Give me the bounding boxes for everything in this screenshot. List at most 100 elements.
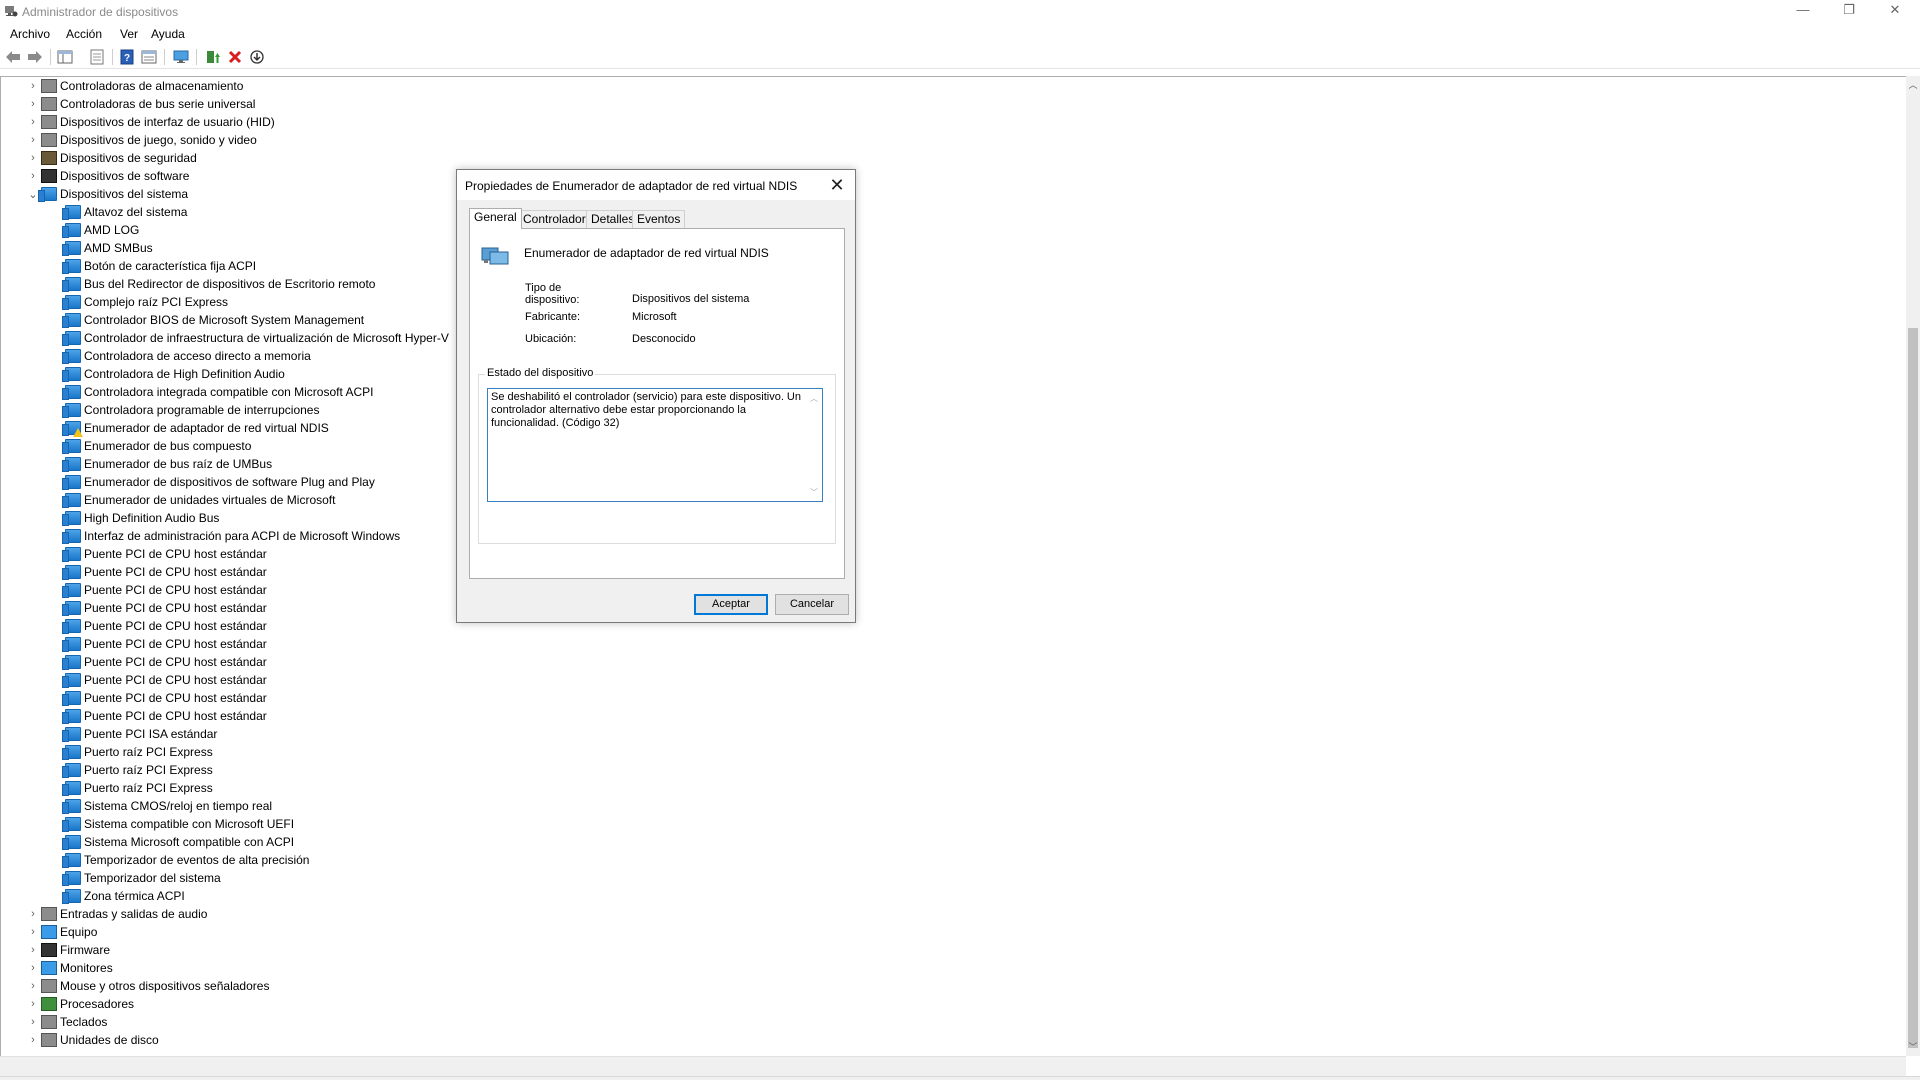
tree-category[interactable]: › Teclados [27,1013,107,1031]
tree-device[interactable]: Complejo raíz PCI Express [62,293,228,311]
monitor-icon[interactable] [172,48,190,66]
dialog-close-icon[interactable]: ✕ [825,173,849,197]
tree-device[interactable]: Botón de característica fija ACPI [62,257,256,275]
tree-device[interactable]: Controlador de infraestructura de virtua… [62,329,449,347]
chevron-right-icon[interactable]: › [27,77,39,95]
tree-device[interactable]: Temporizador del sistema [62,869,221,887]
uninstall-icon[interactable] [226,48,244,66]
menu-archivo[interactable]: Archivo [10,27,50,41]
tree-device[interactable]: Puerto raíz PCI Express [62,743,213,761]
tree-category[interactable]: › Procesadores [27,995,134,1013]
tree-device[interactable]: Puente PCI ISA estándar [62,725,217,743]
properties-icon[interactable] [88,48,106,66]
tree-category[interactable]: › Equipo [27,923,97,941]
tree-category[interactable]: › Unidades de disco [27,1031,159,1049]
tree-device[interactable]: Sistema compatible con Microsoft UEFI [62,815,294,833]
scroll-down-arrow-icon[interactable]: ﹀ [1906,1040,1920,1054]
ok-button[interactable]: Aceptar [694,594,768,615]
device-tree[interactable]: › Controladoras de almacenamiento › Control… [0,76,1906,1056]
scroll-up-arrow-icon[interactable]: ︿ [1906,78,1920,92]
tree-category[interactable]: › Controladoras de bus serie universal [27,95,255,113]
tree-device[interactable]: Interfaz de administración para ACPI de … [62,527,400,545]
tree-device[interactable]: Puente PCI de CPU host estándar [62,707,267,725]
tree-device[interactable]: Puerto raíz PCI Express [62,779,213,797]
tree-device[interactable]: Puerto raíz PCI Express [62,761,213,779]
tree-device[interactable]: Puente PCI de CPU host estándar [62,635,267,653]
device-status-textbox[interactable]: Se deshabilitó el controlador (servicio)… [487,388,823,502]
tree-category[interactable]: › Monitores [27,959,113,977]
status-scroll-up-icon[interactable]: ︿ [807,392,821,405]
download-icon[interactable] [248,48,266,66]
help-icon[interactable]: ? [118,48,136,66]
chevron-right-icon[interactable]: › [27,905,39,923]
tree-category[interactable]: › Entradas y salidas de audio [27,905,207,923]
menu-ver[interactable]: Ver [120,27,138,41]
minimize-button[interactable]: — [1780,0,1826,22]
chevron-right-icon[interactable]: › [27,1013,39,1031]
tree-device[interactable]: Puente PCI de CPU host estándar [62,617,267,635]
tree-category[interactable]: › Controladoras de almacenamiento [27,77,243,95]
tree-device[interactable]: Enumerador de adaptador de red virtual N… [62,419,329,437]
tree-device[interactable]: Puente PCI de CPU host estándar [62,653,267,671]
chevron-right-icon[interactable]: › [27,131,39,149]
tree-device[interactable]: Sistema Microsoft compatible con ACPI [62,833,294,851]
vertical-scrollbar[interactable]: ︿ ﹀ [1906,76,1920,1056]
chevron-right-icon[interactable]: › [27,95,39,113]
tree-device[interactable]: Enumerador de bus raíz de UMBus [62,455,272,473]
tree-device[interactable]: Enumerador de bus compuesto [62,437,251,455]
tree-device[interactable]: AMD SMBus [62,239,153,257]
show-hide-tree-icon[interactable] [56,48,74,66]
chevron-right-icon[interactable]: › [27,923,39,941]
chevron-right-icon[interactable]: › [27,113,39,131]
tree-device[interactable]: AMD LOG [62,221,139,239]
menu-ayuda[interactable]: Ayuda [151,27,185,41]
chevron-right-icon[interactable]: › [27,995,39,1013]
tree-device[interactable]: Temporizador de eventos de alta precisió… [62,851,309,869]
tree-device[interactable]: Puente PCI de CPU host estándar [62,671,267,689]
tree-device[interactable]: Controladora de High Definition Audio [62,365,285,383]
tree-device[interactable]: Puente PCI de CPU host estándar [62,563,267,581]
forward-icon[interactable] [26,48,44,66]
tree-device[interactable]: Puente PCI de CPU host estándar [62,581,267,599]
restore-button[interactable]: ❐ [1826,0,1872,22]
tree-category[interactable]: › Dispositivos de juego, sonido y video [27,131,257,149]
tree-category[interactable]: › Dispositivos de interfaz de usuario (HI… [27,113,275,131]
close-button[interactable]: ✕ [1872,0,1918,22]
tree-category[interactable]: › Dispositivos de software [27,167,189,185]
tree-category[interactable]: › Dispositivos de seguridad [27,149,197,167]
tree-device[interactable]: Controladora programable de interrupcion… [62,401,319,419]
scroll-thumb[interactable] [1908,328,1918,1048]
tree-device[interactable]: Enumerador de unidades virtuales de Micr… [62,491,335,509]
chevron-right-icon[interactable]: › [27,959,39,977]
menu-accion[interactable]: Acción [66,27,102,41]
tree-device[interactable]: Bus del Redirector de dispositivos de Es… [62,275,375,293]
update-driver-icon[interactable] [204,48,222,66]
back-icon[interactable] [4,48,22,66]
tree-device[interactable]: Zona térmica ACPI [62,887,185,905]
tree-category[interactable]: › Firmware [27,941,110,959]
chevron-right-icon[interactable]: › [27,167,39,185]
view-icon[interactable] [140,48,158,66]
horizontal-scrollbar[interactable] [0,1056,1906,1076]
chevron-right-icon[interactable]: › [27,1031,39,1049]
tab-controlador[interactable]: Controlador [518,210,591,228]
tree-device[interactable]: Controlador BIOS de Microsoft System Man… [62,311,364,329]
tree-device[interactable]: Controladora integrada compatible con Mi… [62,383,373,401]
tab-eventos[interactable]: Eventos [632,210,686,228]
tree-device[interactable]: Puente PCI de CPU host estándar [62,689,267,707]
chevron-right-icon[interactable]: › [27,941,39,959]
status-scroll-down-icon[interactable]: ﹀ [807,486,821,499]
tab-general[interactable]: General [469,208,522,229]
chevron-right-icon[interactable]: › [27,977,39,995]
tree-device[interactable]: Puente PCI de CPU host estándar [62,599,267,617]
tree-device[interactable]: Puente PCI de CPU host estándar [62,545,267,563]
cancel-button[interactable]: Cancelar [775,594,849,615]
tree-device[interactable]: Altavoz del sistema [62,203,187,221]
tree-device[interactable]: Controladora de acceso directo a memoria [62,347,311,365]
tree-category[interactable]: › Mouse y otros dispositivos señaladores [27,977,269,995]
tree-category-expanded[interactable]: ⌄ Dispositivos del sistema [27,185,188,203]
status-scrollbar[interactable]: ︿ ﹀ [807,390,821,500]
chevron-right-icon[interactable]: › [27,149,39,167]
tree-device[interactable]: Enumerador de dispositivos de software P… [62,473,375,491]
tree-device[interactable]: Sistema CMOS/reloj en tiempo real [62,797,272,815]
